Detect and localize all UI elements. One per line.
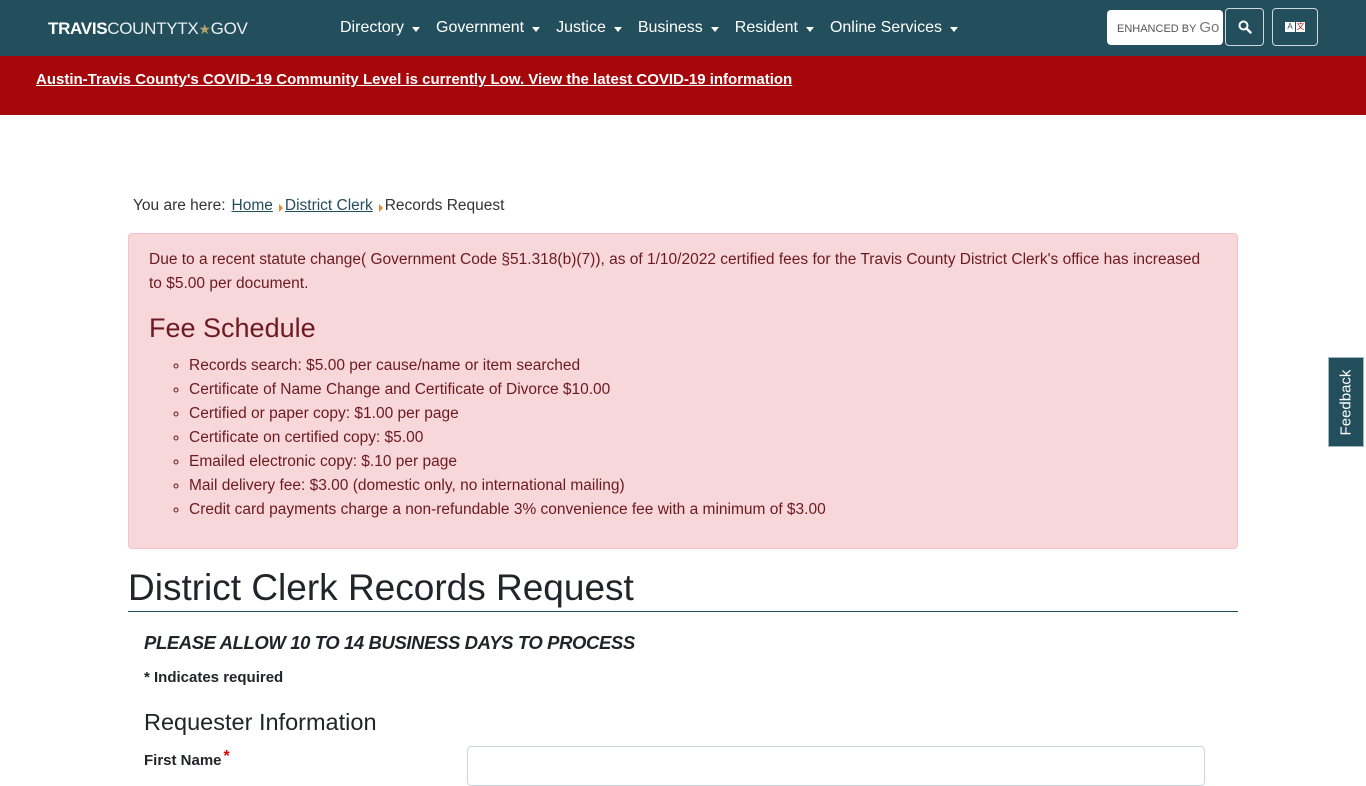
nav-label: Government xyxy=(436,19,525,36)
caret-down-icon xyxy=(412,26,421,32)
google-brand-text: Go xyxy=(1199,19,1220,36)
fee-item: Mail delivery fee: $3.00 (domestic only,… xyxy=(189,474,1217,498)
breadcrumb-home[interactable]: Home xyxy=(232,197,273,215)
statute-notice: Due to a recent statute change( Governme… xyxy=(149,251,1201,292)
nav-label: Justice xyxy=(556,19,606,36)
fee-item: Certificate of Name Change and Certifica… xyxy=(189,378,1217,402)
breadcrumb-arrow-icon xyxy=(278,204,283,212)
page-title: District Clerk Records Request xyxy=(128,567,1238,612)
nav-government[interactable]: Government xyxy=(436,19,541,37)
first-name-label-text: First Name xyxy=(144,752,222,769)
logo-part-travis: TRAVIS xyxy=(48,19,108,38)
breadcrumb-current: Records Request xyxy=(384,197,505,214)
fee-item: Certificate on certified copy: $5.00 xyxy=(189,426,1217,450)
translate-glyph-left: A xyxy=(1285,22,1295,32)
feedback-tab[interactable]: Feedback xyxy=(1328,357,1364,447)
fee-list: Records search: $5.00 per cause/name or … xyxy=(149,354,1217,522)
breadcrumb-arrow-icon xyxy=(378,204,383,212)
caret-down-icon xyxy=(613,26,622,32)
translate-button[interactable]: A文 xyxy=(1272,8,1318,46)
fee-item: Records search: $5.00 per cause/name or … xyxy=(189,354,1217,378)
nav-label: Directory xyxy=(340,19,405,36)
translate-glyph-right: 文 xyxy=(1295,22,1305,32)
nav-directory[interactable]: Directory xyxy=(340,19,421,37)
nav-justice[interactable]: Justice xyxy=(556,19,622,37)
search-button[interactable] xyxy=(1225,8,1264,46)
fee-item: Certified or paper copy: $1.00 per page xyxy=(189,402,1217,426)
caret-down-icon xyxy=(532,26,541,32)
breadcrumb: You are here: Home District Clerk Record… xyxy=(133,197,504,215)
first-name-input[interactable] xyxy=(467,746,1205,786)
fee-alert: Due to a recent statute change( Governme… xyxy=(128,233,1238,549)
breadcrumb-district-clerk[interactable]: District Clerk xyxy=(285,197,373,215)
nav-label: Online Services xyxy=(829,19,942,36)
requester-info-heading: Requester Information xyxy=(144,709,377,735)
search-input[interactable]: ENHANCED BY Go xyxy=(1107,10,1223,45)
nav-business[interactable]: Business xyxy=(638,19,719,37)
processing-notice: PLEASE ALLOW 10 TO 14 BUSINESS DAYS TO P… xyxy=(144,632,635,653)
covid-banner: Austin-Travis County's COVID-19 Communit… xyxy=(0,56,1366,115)
search-icon xyxy=(1238,20,1252,34)
caret-down-icon xyxy=(949,26,958,32)
caret-down-icon xyxy=(710,26,719,32)
logo-part-county: COUNTYTX xyxy=(107,19,199,38)
translate-icon: A文 xyxy=(1285,22,1305,32)
star-icon: ★ xyxy=(198,21,211,37)
feedback-label: Feedback xyxy=(1337,369,1355,435)
caret-down-icon xyxy=(805,26,814,32)
nav-label: Business xyxy=(637,19,703,36)
required-asterisk: * xyxy=(223,748,230,765)
first-name-label: First Name * xyxy=(144,748,230,770)
main-nav: Directory Government Justice Business Re… xyxy=(340,0,974,56)
covid-info-link[interactable]: Austin-Travis County's COVID-19 Communit… xyxy=(36,71,792,88)
site-logo[interactable]: TRAVISCOUNTYTX★GOV xyxy=(48,19,248,39)
nav-resident[interactable]: Resident xyxy=(735,19,814,37)
top-navbar: TRAVISCOUNTYTX★GOV Directory Government … xyxy=(0,0,1366,56)
required-note: * Indicates required xyxy=(144,669,284,686)
fee-schedule-heading: Fee Schedule xyxy=(149,313,316,343)
breadcrumb-label: You are here: xyxy=(133,197,226,214)
nav-label: Resident xyxy=(734,19,798,36)
fee-item: Emailed electronic copy: $.10 per page xyxy=(189,450,1217,474)
search-placeholder: ENHANCED BY xyxy=(1117,23,1200,35)
fee-item: Credit card payments charge a non-refund… xyxy=(189,498,1217,522)
nav-online-services[interactable]: Online Services xyxy=(830,19,958,37)
logo-part-gov: GOV xyxy=(210,19,248,38)
